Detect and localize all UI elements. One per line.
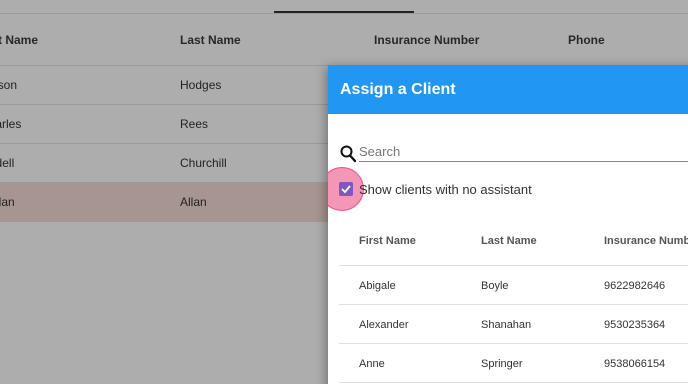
- check-icon: [341, 185, 351, 194]
- search-input[interactable]: [359, 142, 688, 162]
- search-field: [340, 142, 688, 164]
- cell-insurance-number: 9538066154: [604, 358, 666, 370]
- column-header-first-name[interactable]: First Name: [359, 235, 416, 247]
- assign-client-dialog: Assign a Client Show clients with no ass…: [328, 65, 688, 384]
- cell-insurance-number: 9622982646: [604, 280, 666, 292]
- column-header-last-name[interactable]: Last Name: [481, 235, 537, 247]
- cell-last-name: Boyle: [481, 280, 509, 292]
- client-row[interactable]: Alexander Shanahan 9530235364: [339, 305, 688, 344]
- column-header-insurance-number[interactable]: Insurance Number: [604, 235, 688, 247]
- cell-last-name: Springer: [481, 358, 523, 370]
- dialog-table-header: First Name Last Name Insurance Number: [339, 215, 688, 266]
- cell-first-name: Anne: [359, 358, 385, 370]
- show-no-assistant-checkbox[interactable]: [339, 182, 353, 196]
- cell-first-name: Abigale: [359, 280, 396, 292]
- dialog-title: Assign a Client: [328, 65, 688, 114]
- cell-insurance-number: 9530235364: [604, 319, 666, 331]
- client-row[interactable]: Anne Springer 9538066154: [339, 344, 688, 383]
- checkbox-label[interactable]: Show clients with no assistant: [359, 182, 532, 197]
- cell-last-name: Shanahan: [481, 319, 532, 331]
- cell-first-name: Alexander: [359, 319, 409, 331]
- search-icon: [340, 145, 356, 163]
- client-row[interactable]: Abigale Boyle 9622982646: [339, 266, 688, 305]
